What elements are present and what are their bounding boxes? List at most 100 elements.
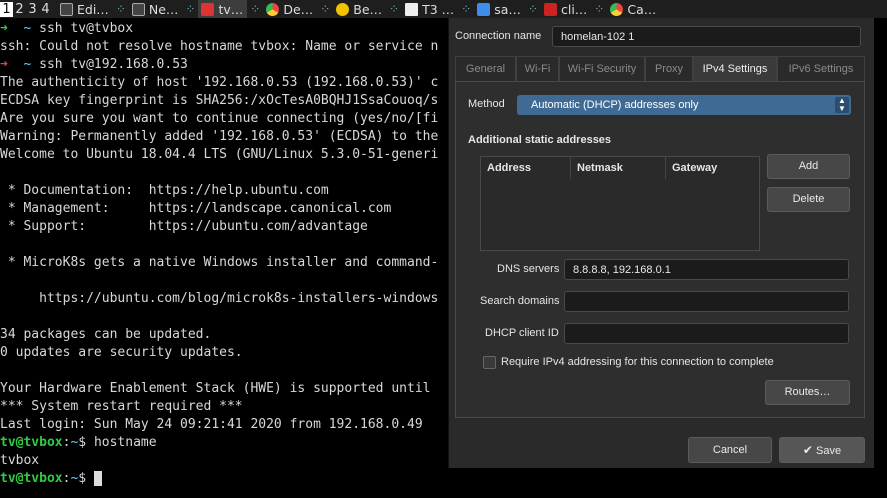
separator-icon: ⁘: [320, 2, 331, 16]
chrome-icon: [610, 2, 624, 16]
dhcp-client-id-input[interactable]: [564, 323, 849, 344]
red-app-icon: [201, 2, 215, 16]
terminal-line: 0 updates are security updates.: [0, 345, 243, 360]
task-label: T3 …: [422, 1, 455, 17]
separator-icon: ⁘: [389, 2, 400, 16]
task-label: Ca…: [627, 1, 657, 17]
task-filezilla[interactable]: cli…: [541, 0, 591, 18]
terminal-line: tv@tvbox:~$ hostname: [0, 435, 157, 450]
dns-servers-input[interactable]: [564, 259, 849, 280]
separator-icon: ⁘: [185, 2, 196, 16]
prompt-arrow-icon: ➜: [0, 57, 8, 72]
workspace-4[interactable]: 4: [39, 2, 52, 17]
column-header-gateway[interactable]: Gateway: [666, 157, 759, 179]
static-addresses-table[interactable]: Address Netmask Gateway: [480, 156, 760, 251]
workspace-1[interactable]: 1: [0, 1, 13, 17]
separator-icon: ⁘: [527, 2, 538, 16]
task-editor[interactable]: Edi…: [57, 0, 113, 18]
terminal-line: Welcome to Ubuntu 18.04.4 LTS (GNU/Linux…: [0, 147, 439, 162]
task-label: cli…: [560, 1, 588, 17]
task-terminal-active[interactable]: tv…: [198, 0, 248, 18]
task-label: Be…: [353, 1, 383, 17]
terminal-line: Last login: Sun May 24 09:21:41 2020 fro…: [0, 417, 423, 432]
terminal-line: tvbox: [0, 453, 40, 468]
connection-editor-dialog: Connection name General Wi-Fi Wi-Fi Secu…: [448, 18, 874, 468]
task-chrome-ca[interactable]: Ca…: [607, 0, 660, 18]
prompt-cwd: ~: [70, 435, 79, 450]
chrome-icon: [266, 2, 280, 16]
task-files[interactable]: sa…: [474, 0, 525, 18]
search-domains-label: Search domains: [480, 295, 560, 307]
save-button[interactable]: ✔ Save: [779, 437, 865, 463]
workspace-3[interactable]: 3: [26, 2, 39, 17]
terminal-command: hostname: [93, 435, 157, 450]
tab-wifi[interactable]: Wi-Fi: [516, 56, 559, 81]
separator-icon: ⁘: [115, 2, 126, 16]
terminal-line: * Support: https://ubuntu.com/advantage: [0, 219, 368, 234]
terminal-line: ➜ ~ ssh tv@192.168.0.53: [0, 56, 460, 74]
search-domains-input[interactable]: [564, 291, 849, 312]
terminal-window[interactable]: ➜ ~ ssh tv@tvbox ssh: Could not resolve …: [0, 18, 460, 498]
terminal-line: ECDSA key fingerprint is SHA256:/xOcTesA…: [0, 93, 439, 108]
connection-name-label: Connection name: [455, 30, 542, 42]
task-label: De…: [283, 1, 314, 17]
task-t3[interactable]: T3 …: [402, 0, 458, 18]
prompt-host: tv@tvbox: [0, 435, 63, 450]
prompt-cwd: ~: [70, 471, 79, 486]
prompt-arrow-icon: ➜: [0, 21, 8, 36]
terminal-icon: [131, 2, 145, 16]
prompt-cwd: ~: [23, 57, 32, 72]
additional-static-addresses-heading: Additional static addresses: [468, 134, 612, 146]
task-be[interactable]: Be…: [333, 0, 386, 18]
require-ipv4-checkbox[interactable]: [483, 356, 496, 369]
prompt-host: tv@tvbox: [0, 471, 63, 486]
method-select[interactable]: Automatic (DHCP) addresses only ▲ ▼: [517, 95, 851, 115]
connection-name-input[interactable]: [552, 26, 861, 47]
terminal-line: 34 packages can be updated.: [0, 327, 212, 342]
tab-wifi-security[interactable]: Wi-Fi Security: [559, 56, 645, 81]
separator-icon: ⁘: [461, 2, 472, 16]
taskbar: 1 2 3 4 Edi… ⁘ Ne… ⁘ tv… ⁘ De… ⁘ Be… ⁘ T…: [0, 0, 887, 18]
method-value: Automatic (DHCP) addresses only: [531, 99, 699, 111]
terminal-line: The authenticity of host '192.168.0.53 (…: [0, 75, 439, 90]
cancel-button[interactable]: Cancel: [688, 437, 772, 463]
add-button[interactable]: Add: [767, 154, 850, 179]
task-label: tv…: [218, 1, 244, 17]
terminal-line: Your Hardware Enablement Stack (HWE) is …: [0, 381, 431, 396]
terminal-line: ssh: Could not resolve hostname tvbox: N…: [0, 39, 439, 54]
column-header-netmask[interactable]: Netmask: [571, 157, 666, 179]
terminal-line: * Documentation: https://help.ubuntu.com: [0, 183, 329, 198]
terminal-line: https://ubuntu.com/blog/microk8s-install…: [0, 291, 439, 306]
workspace-2[interactable]: 2: [13, 2, 26, 17]
tab-proxy[interactable]: Proxy: [645, 56, 693, 81]
terminal-line: *** System restart required ***: [0, 399, 243, 414]
tab-general[interactable]: General: [455, 56, 516, 81]
tab-ipv4-settings[interactable]: IPv4 Settings: [693, 56, 777, 81]
terminal-command: ssh tv@192.168.0.53: [39, 57, 188, 72]
column-header-address[interactable]: Address: [481, 157, 571, 179]
terminal-line: Warning: Permanently added '192.168.0.53…: [0, 129, 439, 144]
task-network[interactable]: Ne…: [129, 0, 183, 18]
terminal-line: * Management: https://landscape.canonica…: [0, 201, 392, 216]
terminal-icon: [60, 2, 73, 16]
terminal-command: ssh tv@tvbox: [39, 21, 134, 36]
settings-tabs: General Wi-Fi Wi-Fi Security Proxy IPv4 …: [455, 56, 865, 81]
dns-servers-label: DNS servers: [497, 263, 560, 275]
task-chrome-de[interactable]: De…: [263, 0, 317, 18]
terminal-line: * MicroK8s gets a native Windows install…: [0, 255, 439, 270]
document-icon: [405, 2, 419, 16]
task-label: Ne…: [148, 1, 179, 17]
terminal-line: Are you sure you want to continue connec…: [0, 111, 439, 126]
routes-button[interactable]: Routes…: [765, 380, 850, 405]
delete-button[interactable]: Delete: [767, 187, 850, 212]
task-label: Edi…: [77, 1, 109, 17]
prompt-cwd: ~: [23, 21, 32, 36]
tab-ipv6-settings[interactable]: IPv6 Settings: [777, 56, 865, 81]
require-ipv4-label[interactable]: Require IPv4 addressing for this connect…: [501, 356, 774, 368]
terminal-cursor: [93, 471, 102, 486]
chevron-updown-icon: ▲ ▼: [835, 97, 849, 113]
task-label: sa…: [494, 1, 521, 17]
